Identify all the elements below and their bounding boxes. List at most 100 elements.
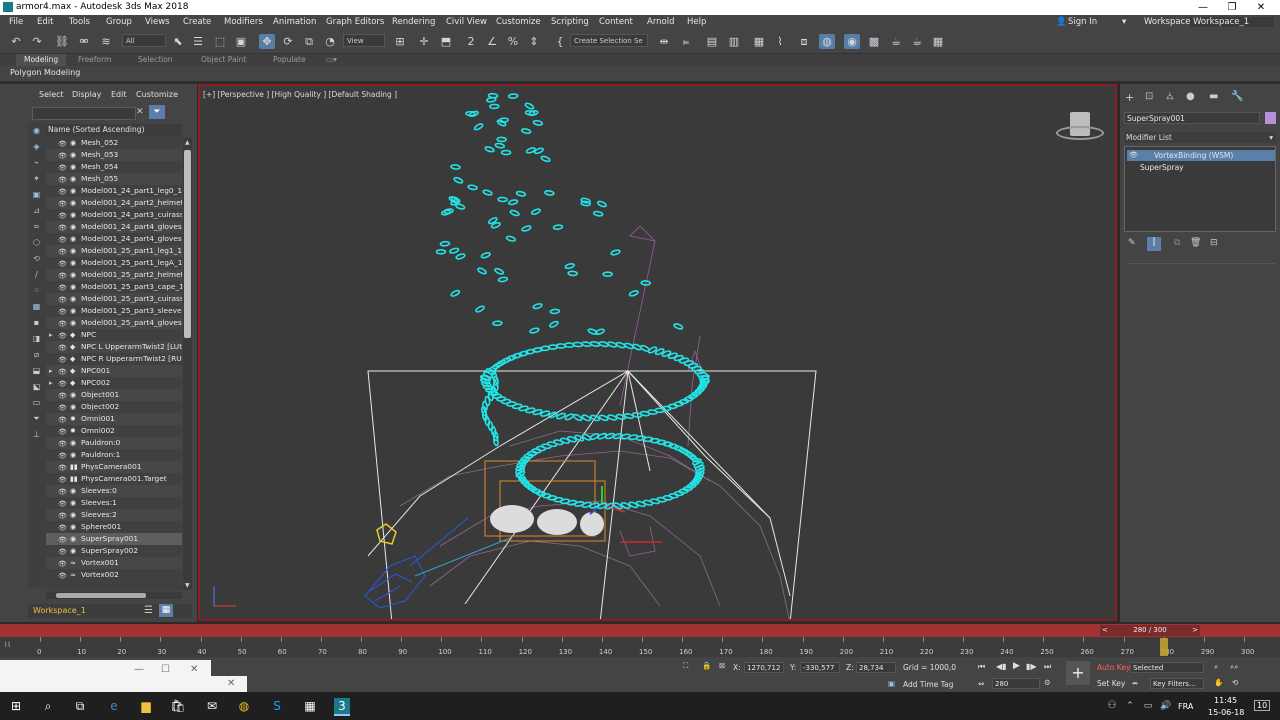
- display-lights-icon[interactable]: ✦: [31, 174, 42, 184]
- tab-populate[interactable]: Populate: [265, 54, 314, 66]
- visibility-eye-icon[interactable]: 👁: [58, 426, 67, 437]
- menu-graph-editors[interactable]: Graph Editors: [326, 17, 384, 27]
- viewcube[interactable]: [1056, 108, 1104, 144]
- stack-item-vortexbinding[interactable]: 👁 VortexBinding (WSM): [1127, 150, 1275, 161]
- expand-arrow-icon[interactable]: ▸: [49, 377, 53, 389]
- current-frame-field[interactable]: 280: [992, 678, 1040, 689]
- explorer-row[interactable]: 👁 ≈ Vortex001: [46, 557, 182, 569]
- tab-object-paint[interactable]: Object Paint: [193, 54, 254, 66]
- explorer-row[interactable]: ▸ 👁 ◆ NPC: [46, 329, 182, 341]
- windows-start-icon[interactable]: ⊞: [8, 698, 24, 714]
- time-slider[interactable]: < 280 / 300 >: [1100, 625, 1200, 636]
- explorer-row[interactable]: 👁◉ Model001_25_part3_cuirass1_1: [46, 293, 182, 305]
- selection-filter-dropdown[interactable]: All: [122, 34, 166, 47]
- visibility-eye-icon[interactable]: 👁: [58, 162, 67, 173]
- menu-create[interactable]: Create: [183, 17, 211, 27]
- visibility-eye-icon[interactable]: 👁: [58, 522, 67, 533]
- toggle-ribbon-icon[interactable]: ▦: [751, 34, 767, 49]
- explorer-row[interactable]: 👁 ◉ Sleeves:0: [46, 485, 182, 497]
- menu-group[interactable]: Group: [106, 17, 132, 27]
- select-and-move-icon[interactable]: ✥: [259, 34, 275, 49]
- remove-modifier-icon[interactable]: 🗑: [1190, 238, 1201, 248]
- explorer-row[interactable]: 👁 ◉ Model001_24_part3_cuirass2_: [46, 209, 182, 221]
- select-and-rotate-icon[interactable]: ⟳: [280, 34, 296, 49]
- explorer-row[interactable]: 👁 ◉ Object002: [46, 401, 182, 413]
- menu-modifiers[interactable]: Modifiers: [224, 17, 263, 27]
- menu-tools[interactable]: Tools: [69, 17, 90, 27]
- display-space-warps-icon[interactable]: ≈: [31, 222, 42, 232]
- play-icon[interactable]: ▶: [1013, 661, 1020, 671]
- edit-named-selection-icon[interactable]: {: [552, 34, 568, 49]
- visibility-eye-icon[interactable]: 👁: [58, 234, 67, 245]
- visibility-eye-icon[interactable]: 👁: [58, 354, 67, 365]
- skype-icon[interactable]: S: [269, 698, 285, 714]
- visibility-eye-icon[interactable]: 👁: [58, 390, 67, 401]
- link-icon[interactable]: ⛓: [54, 34, 70, 49]
- sort-icon[interactable]: ⊥: [31, 430, 42, 440]
- explorer-row[interactable]: 👁 ◉ Object001: [46, 389, 182, 401]
- explorer-row[interactable]: 👁 ◉ SuperSpray002: [46, 545, 182, 557]
- floating-maximize-icon[interactable]: ☐: [161, 664, 170, 675]
- explorer-row[interactable]: 👁 ◉ Sleeves:1: [46, 497, 182, 509]
- tab-freeform[interactable]: Freeform: [70, 54, 119, 66]
- mini-curve-editor-icon[interactable]: ⌇⌇: [4, 641, 11, 649]
- 3dsmax-taskbar-icon[interactable]: 3: [334, 698, 350, 716]
- visibility-eye-icon[interactable]: 👁: [58, 174, 67, 185]
- redo-icon[interactable]: ↷: [29, 34, 45, 49]
- visibility-eye-icon[interactable]: 👁: [58, 246, 67, 257]
- zoom-all-icon[interactable]: ⌕⌕: [1230, 662, 1238, 672]
- explorer-row[interactable]: 👁◉ Model001_25_part2_helmet2_1: [46, 269, 182, 281]
- explorer-column-header[interactable]: Name (Sorted Ascending): [46, 124, 182, 136]
- time-slider-prev-icon[interactable]: <: [1102, 625, 1108, 636]
- store-icon[interactable]: 🛍: [170, 698, 186, 714]
- select-none-icon[interactable]: ◨: [31, 334, 42, 344]
- explorer-row[interactable]: 👁 ◉ Pauldron:1: [46, 449, 182, 461]
- create-tab-icon[interactable]: +: [1125, 91, 1134, 104]
- visibility-eye-icon[interactable]: 👁: [58, 462, 67, 473]
- set-key-button[interactable]: Set Key: [1097, 679, 1125, 688]
- visibility-eye-icon[interactable]: 👁: [58, 198, 67, 209]
- explorer-row[interactable]: 👁◉ Model001_25_part3_cape_1_0_: [46, 281, 182, 293]
- mirror-icon[interactable]: ⇹: [656, 34, 672, 49]
- selection-lock-icon[interactable]: 🔒: [702, 661, 711, 670]
- explorer-row[interactable]: 👁 ◉ Mesh_055: [46, 173, 182, 185]
- tab-selection[interactable]: Selection: [130, 54, 181, 66]
- visibility-eye-icon[interactable]: 👁: [58, 186, 67, 197]
- menu-content[interactable]: Content: [599, 17, 633, 27]
- window-crossing-icon[interactable]: ▣: [233, 34, 249, 49]
- visibility-eye-icon[interactable]: 👁: [58, 222, 67, 233]
- display-xrefs-icon[interactable]: ⟲: [31, 254, 42, 264]
- clear-search-icon[interactable]: ✕: [136, 107, 144, 117]
- display-geometry-icon[interactable]: ◈: [31, 142, 42, 152]
- visibility-eye-icon[interactable]: 👁: [58, 366, 67, 377]
- visibility-eye-icon[interactable]: 👁: [58, 150, 67, 161]
- x-coordinate-field[interactable]: 1270,712: [744, 662, 784, 673]
- display-shapes-icon[interactable]: ⌁: [31, 158, 42, 168]
- explorer-row[interactable]: 👁◉ Model001_24_part4_glovesC_1: [46, 233, 182, 245]
- bind-space-warp-icon[interactable]: ≋: [98, 34, 114, 49]
- visibility-eye-icon[interactable]: 👁: [58, 486, 67, 497]
- notifications-badge[interactable]: 10: [1254, 700, 1271, 711]
- explorer-row[interactable]: 👁 ◉ Pauldron:0: [46, 437, 182, 449]
- current-frame-marker[interactable]: [1159, 638, 1168, 656]
- visibility-eye-icon[interactable]: 👁: [58, 414, 67, 425]
- menu-scripting[interactable]: Scripting: [551, 17, 589, 27]
- explorer-row[interactable]: 👁 ✹ Omni001: [46, 413, 182, 425]
- visibility-eye-icon[interactable]: 👁: [58, 210, 67, 221]
- menu-animation[interactable]: Animation: [273, 17, 316, 27]
- key-filters-button[interactable]: Key Filters...: [1150, 678, 1204, 689]
- display-all-icon[interactable]: ◉: [31, 126, 42, 136]
- explorer-row[interactable]: 👁 ◉ Mesh_054: [46, 161, 182, 173]
- display-groups-icon[interactable]: ⬡: [31, 238, 42, 248]
- explorer-row[interactable]: 👁 ◉ Sphere001: [46, 521, 182, 533]
- visibility-eye-icon[interactable]: 👁: [58, 294, 67, 305]
- find-case-icon[interactable]: ⬓: [31, 366, 42, 376]
- mail-icon[interactable]: ✉: [204, 698, 220, 714]
- explorer-menu-customize[interactable]: Customize: [136, 90, 178, 99]
- media-app-icon[interactable]: ▦: [302, 698, 318, 714]
- reference-coordinate-dropdown[interactable]: View: [343, 34, 385, 47]
- floating-tab-close-icon[interactable]: ✕: [227, 678, 235, 689]
- snaps-toggle-icon[interactable]: 2: [463, 34, 479, 49]
- explorer-row[interactable]: 👁 ◆ NPC L UpperarmTwist2 [LUt2]: [46, 341, 182, 353]
- explorer-row[interactable]: 👁 ✹ Omni002: [46, 425, 182, 437]
